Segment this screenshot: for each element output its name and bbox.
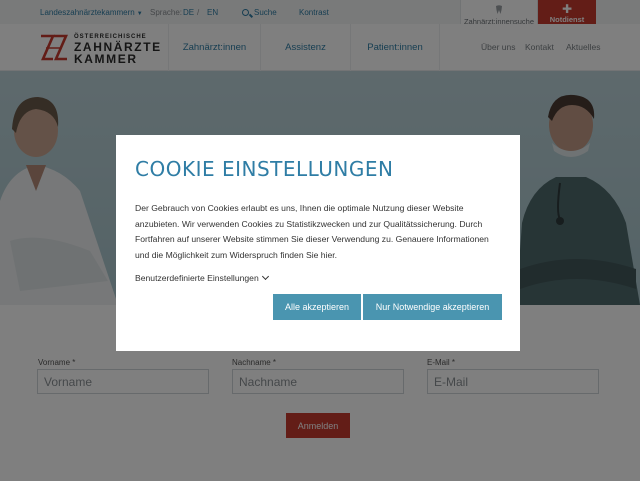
custom-settings-toggle[interactable]: Benutzerdefinierte Einstellungen: [135, 272, 269, 283]
cookie-title: COOKIE EINSTELLUNGEN: [135, 157, 394, 181]
cookie-text: Der Gebrauch von Cookies erlaubt es uns,…: [135, 203, 489, 260]
chevron-down-icon: [261, 272, 269, 281]
custom-settings-label: Benutzerdefinierte Einstellungen: [135, 273, 259, 283]
accept-necessary-button[interactable]: Nur Notwendige akzeptieren: [363, 294, 502, 320]
accept-all-button[interactable]: Alle akzeptieren: [273, 294, 361, 320]
cookie-dialog: COOKIE EINSTELLUNGEN Der Gebrauch von Co…: [116, 135, 520, 351]
